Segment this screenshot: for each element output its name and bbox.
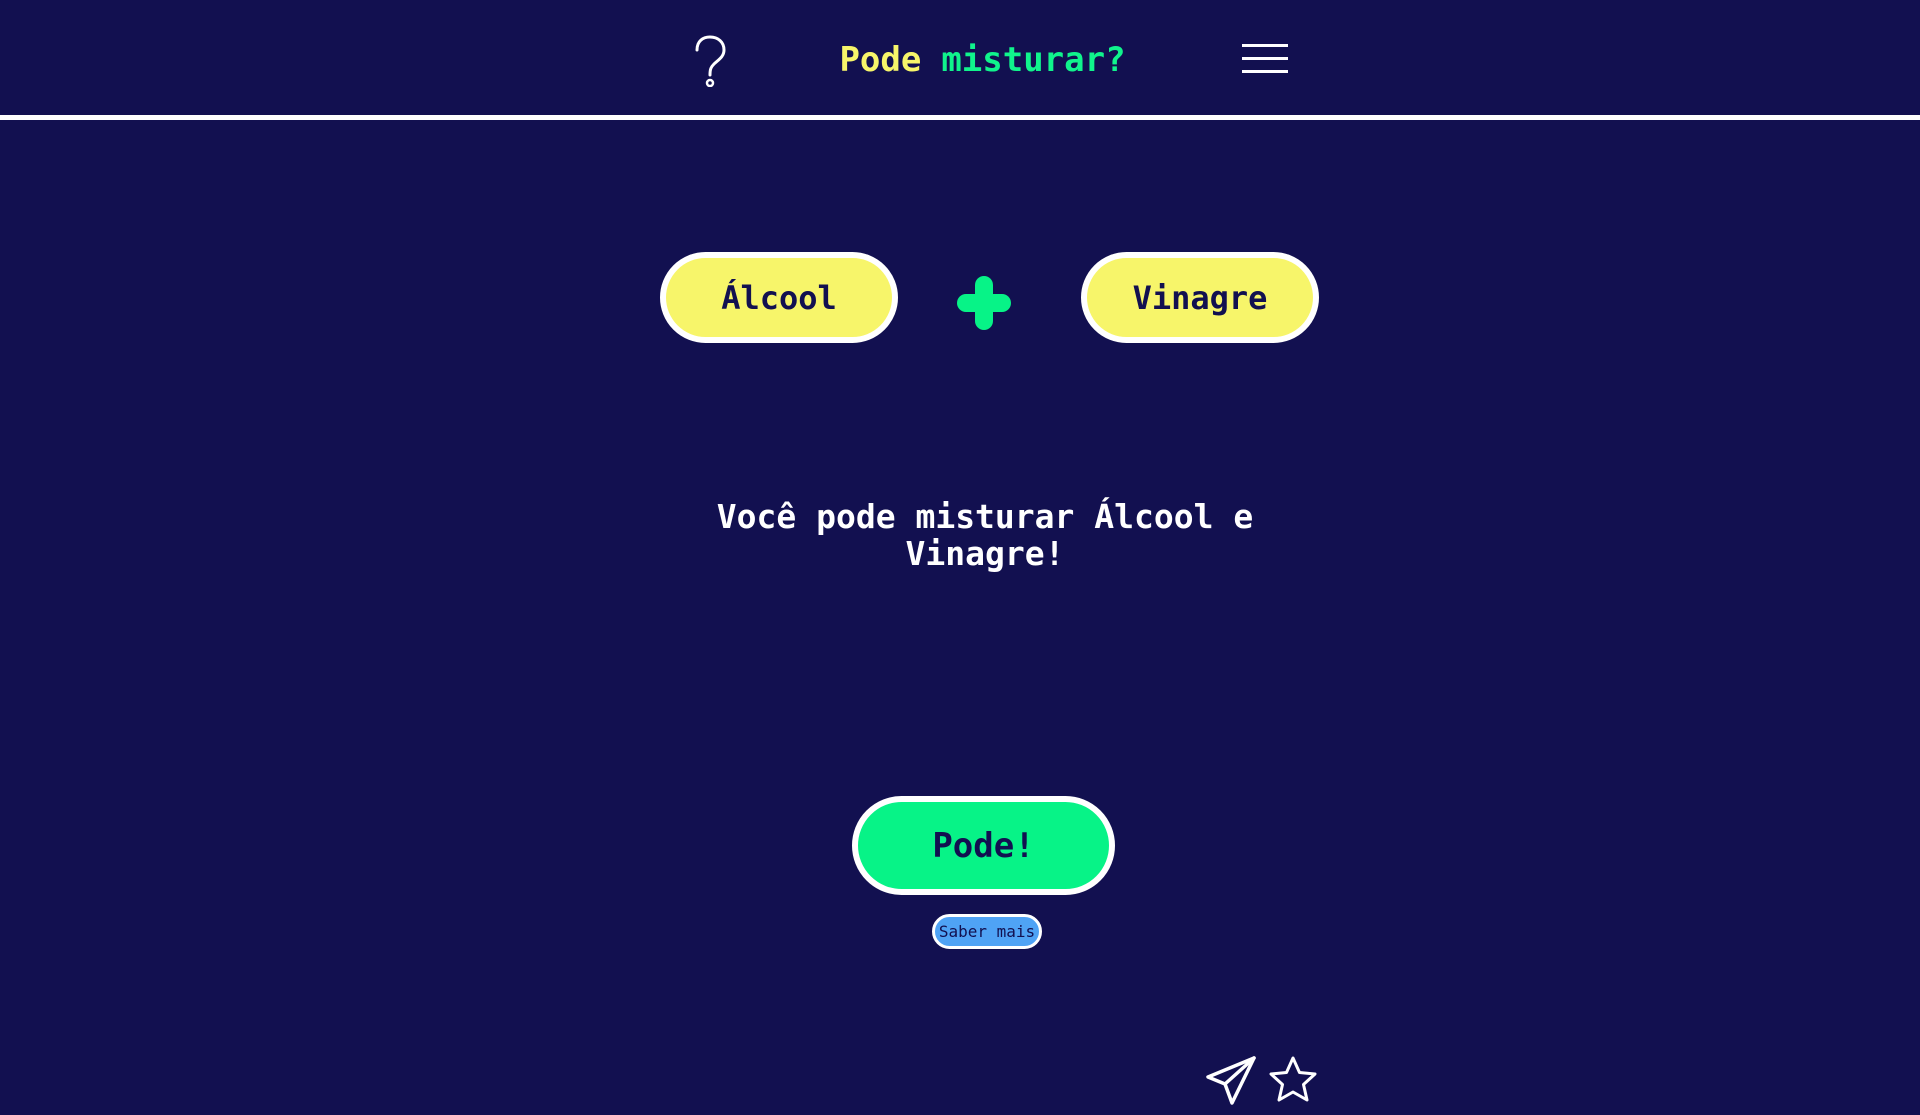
ingredient-1-button[interactable]: Álcool [660, 252, 898, 343]
header: Pode misturar? [0, 0, 1920, 116]
answer-button[interactable]: Pode! [852, 796, 1115, 895]
page-title: Pode misturar? [780, 30, 1185, 90]
header-divider [0, 115, 1920, 120]
share-button[interactable] [1205, 1055, 1257, 1107]
page: Pode misturar? Álcool Vinagre Você pode … [0, 0, 1920, 1115]
question-mark-icon [695, 35, 726, 87]
star-icon [1269, 1056, 1317, 1102]
learn-more-button[interactable]: Saber mais [932, 914, 1042, 949]
title-part-2: misturar? [941, 40, 1126, 80]
ingredient-2-button[interactable]: Vinagre [1081, 252, 1319, 343]
help-button[interactable] [686, 33, 734, 89]
menu-button[interactable] [1238, 38, 1292, 80]
title-part-1: Pode [839, 40, 922, 80]
plus-icon [957, 276, 1011, 330]
result-message: Você pode misturar Álcool e Vinagre! [716, 497, 1254, 573]
paper-plane-icon [1206, 1056, 1256, 1105]
hamburger-menu-icon [1242, 44, 1288, 73]
favorite-button[interactable] [1267, 1055, 1319, 1107]
